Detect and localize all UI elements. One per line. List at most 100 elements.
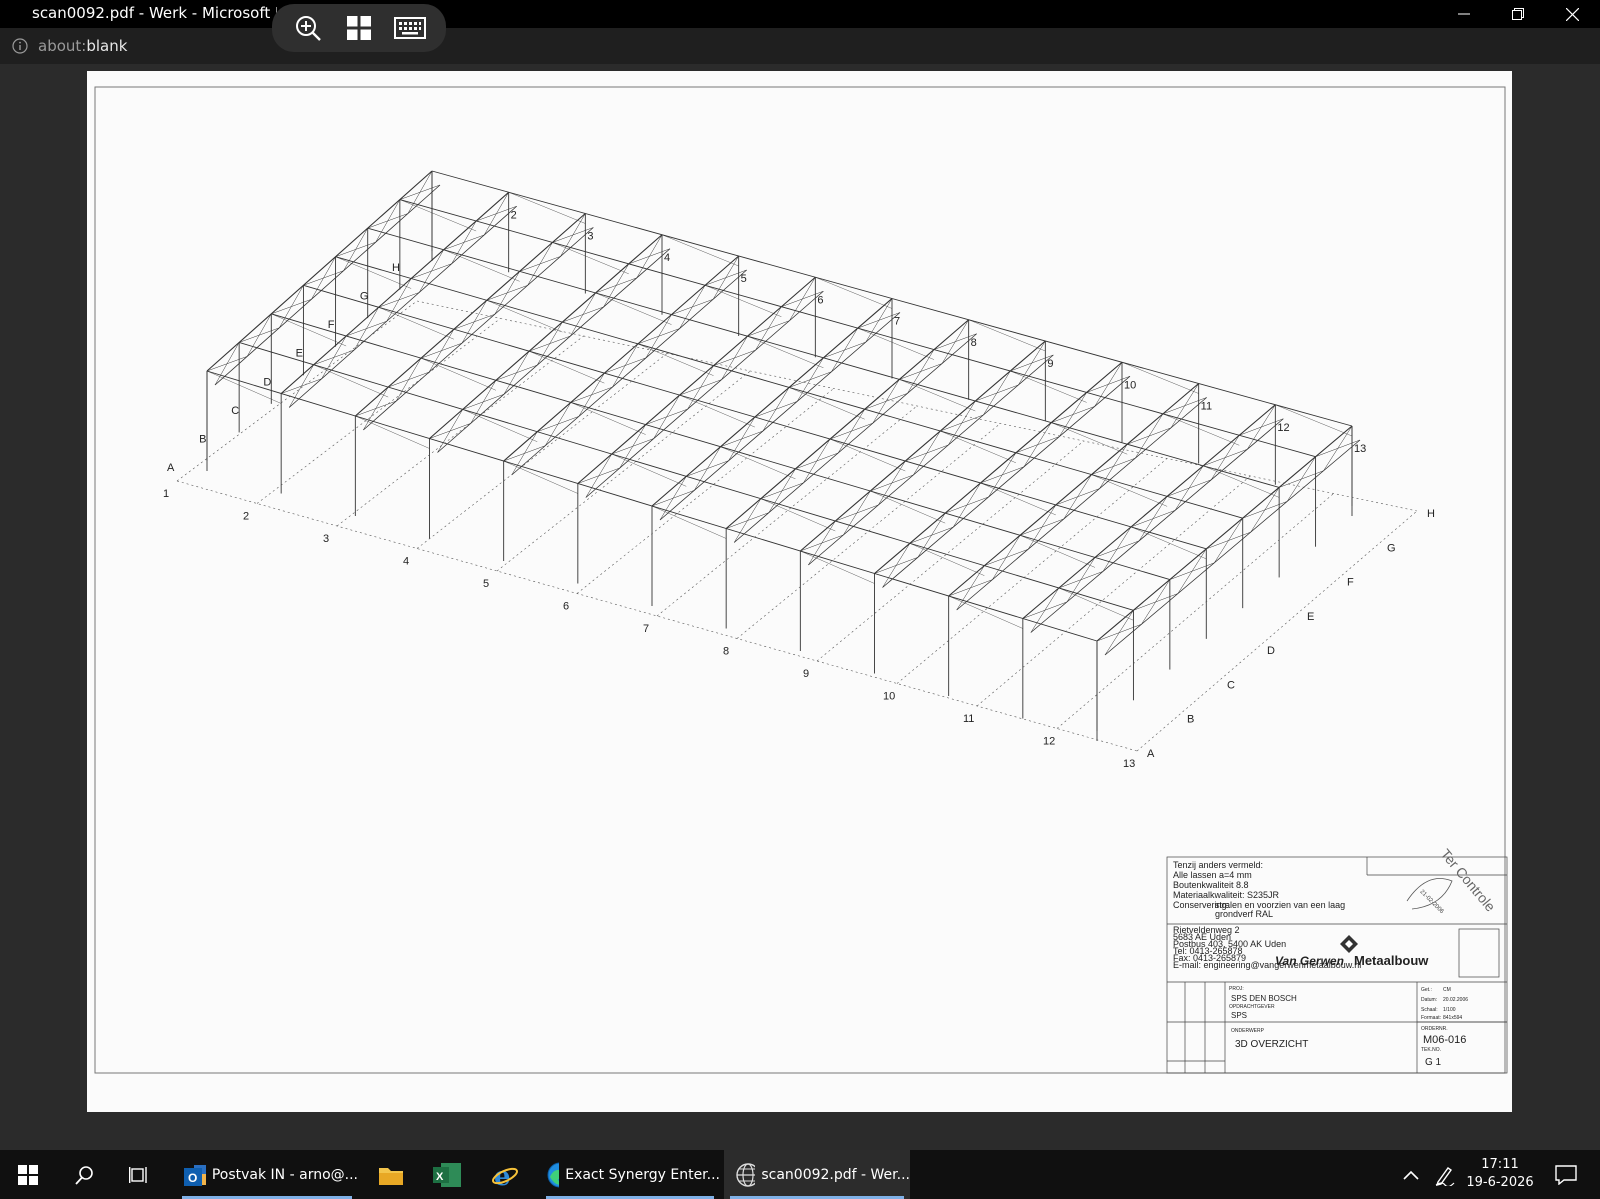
meta-value: 1/100	[1443, 1007, 1456, 1013]
truss-diagonal	[603, 263, 630, 308]
clock[interactable]: 17:11 19-6-2026	[1466, 1156, 1534, 1192]
keyboard-button[interactable]	[390, 8, 430, 48]
truss-diagonal	[956, 565, 985, 611]
row-label: G	[1387, 542, 1396, 554]
column-label: 12	[1043, 736, 1055, 748]
truss-bottom-chord	[214, 184, 441, 386]
truss-diagonal	[872, 379, 900, 424]
brace	[679, 394, 755, 428]
truss-diagonal	[418, 249, 444, 293]
page-view-button[interactable]	[339, 8, 379, 48]
controle-stamp: Ter Controle	[1437, 846, 1498, 915]
truss-diagonal	[1027, 504, 1057, 550]
truss-diagonal	[1018, 340, 1046, 386]
truss-diagonal	[917, 513, 946, 558]
brace	[705, 285, 782, 317]
grid-line	[256, 318, 501, 504]
notification-icon	[1555, 1164, 1577, 1185]
drawing-no-value: G 1	[1425, 1057, 1442, 1068]
truss-diagonal	[837, 409, 865, 454]
brace	[595, 292, 672, 325]
truss-diagonal	[1102, 526, 1132, 572]
truss-diagonal	[1210, 435, 1240, 480]
truss-diagonal	[988, 452, 1017, 498]
project-label: PROJ:	[1229, 986, 1244, 992]
truss-diagonal	[728, 416, 756, 461]
truss-diagonal	[948, 400, 976, 446]
taskbar-app-label: Postvak IN - arno@...	[211, 1166, 358, 1183]
stamp-date: 21-02-2006	[1419, 889, 1445, 915]
action-center-button[interactable]	[1546, 1150, 1586, 1199]
note-line: grondverf RAL	[1215, 909, 1273, 919]
meta-key: Schaal:	[1421, 1007, 1438, 1013]
truss-diagonal	[789, 277, 816, 321]
clock-time: 17:11	[1481, 1157, 1519, 1172]
taskbar-app-file-explorer[interactable]	[368, 1150, 414, 1199]
row-label: E	[296, 348, 303, 360]
truss-bottom-chord	[733, 333, 977, 543]
truss-top-chord	[354, 213, 586, 417]
taskbar-app-edge[interactable]: Exact Synergy Enter...	[540, 1150, 720, 1199]
column-label-back: 8	[971, 337, 977, 349]
company-suffix: Metaalbouw	[1354, 953, 1429, 968]
taskbar-app-internet-explorer[interactable]: e	[482, 1150, 528, 1199]
column-label-back: 10	[1124, 379, 1136, 391]
truss-top-chord	[577, 276, 816, 484]
restore-button[interactable]	[1491, 0, 1545, 28]
restore-icon	[1512, 8, 1524, 20]
brace	[661, 234, 739, 267]
meta-key: Formaat:	[1421, 1015, 1441, 1021]
pdf-viewer[interactable]: 1 2 3 4 5 6 7 8 9 10 11 12 13 2 3 4 5 6 7 8 9 10 11 12 13 A B C D E F G…	[0, 64, 1600, 1150]
truss-diagonal	[321, 335, 347, 379]
info-icon[interactable]	[12, 38, 28, 54]
truss-top-chord	[725, 319, 970, 529]
url-text[interactable]: about:blank	[38, 37, 127, 55]
steel-frame	[206, 170, 1361, 741]
grid-line	[176, 300, 418, 482]
truss-diagonal	[214, 342, 240, 386]
grid-line	[576, 388, 834, 594]
technical-drawing: 123456789101112132345678910111213ABCDEFG…	[94, 86, 1508, 1074]
close-button[interactable]	[1545, 0, 1599, 28]
column-label: 5	[483, 578, 489, 590]
truss-diagonal	[941, 319, 969, 364]
taskbar-app-excel[interactable]: X	[424, 1150, 470, 1199]
minimize-button[interactable]	[1437, 0, 1491, 28]
column-label: 2	[243, 511, 249, 523]
zoom-in-button[interactable]	[288, 8, 328, 48]
note-line: Boutenkwaliteit 8.8	[1173, 880, 1249, 890]
taskbar-app-outlook[interactable]: O Postvak IN - arno@...	[176, 1150, 358, 1199]
taskbar-app-edge-pdf[interactable]: scan0092.pdf - Wer...	[724, 1150, 910, 1199]
row-label: C	[1227, 679, 1235, 691]
truss-diagonal	[1030, 587, 1060, 633]
truss-diagonal	[992, 535, 1021, 580]
brace	[1010, 370, 1087, 403]
search-button[interactable]	[64, 1150, 104, 1199]
show-hidden-icons-button[interactable]	[1396, 1150, 1426, 1199]
brace	[503, 460, 578, 494]
window-title: scan0092.pdf - Werk - Microsoft E	[32, 4, 277, 22]
meta-key: Get.:	[1421, 987, 1432, 993]
address-bar[interactable]: about:blank	[0, 28, 1600, 64]
grid-line	[656, 405, 918, 617]
windows-logo-icon	[18, 1164, 38, 1185]
truss-diagonal	[653, 394, 680, 439]
truss-diagonal	[246, 313, 272, 357]
truss-diagonal	[570, 292, 596, 337]
start-button[interactable]	[8, 1150, 48, 1199]
task-view-button[interactable]	[120, 1150, 160, 1199]
truss-diagonal	[865, 298, 893, 343]
truss-diagonal	[279, 285, 304, 328]
pen-workspace-button[interactable]	[1430, 1150, 1460, 1199]
brace	[611, 453, 687, 487]
brace	[1162, 413, 1240, 446]
truss-diagonal	[470, 380, 497, 424]
truss-diagonal	[1247, 404, 1276, 450]
zoom-in-icon	[295, 16, 321, 41]
truss-diagonal	[343, 228, 368, 271]
brace	[271, 313, 347, 347]
svg-text:O: O	[188, 1171, 197, 1185]
brace	[399, 199, 477, 232]
meta-value: CM	[1443, 987, 1451, 993]
truss-bottom-chord	[808, 354, 1054, 566]
